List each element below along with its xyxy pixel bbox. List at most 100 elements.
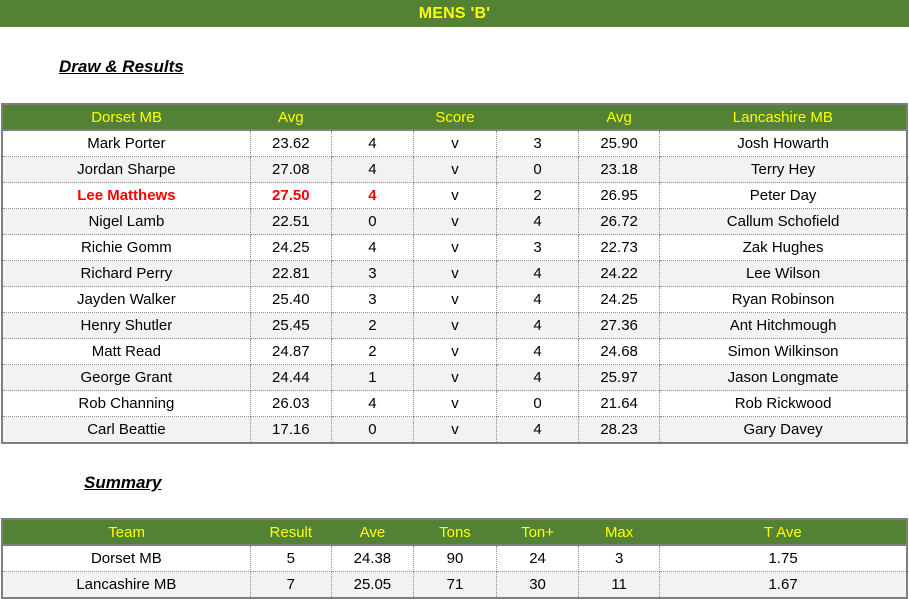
summary-max-cell: 3 (578, 545, 661, 572)
home-score-cell: 3 (331, 260, 414, 287)
away-avg-cell: 21.64 (578, 390, 661, 417)
home-avg-cell: 24.25 (250, 234, 332, 261)
header-away-team: Lancashire MB (659, 103, 907, 131)
home-player-cell: Carl Beattie (2, 416, 251, 443)
away-avg-cell: 23.18 (578, 156, 661, 183)
home-avg-cell: 27.50 (250, 182, 332, 209)
draw-row: Nigel Lamb 22.51 0 v 4 26.72 Callum Schofield (2, 208, 907, 235)
home-score-cell: 3 (331, 286, 414, 313)
away-score-cell: 3 (496, 234, 580, 261)
home-score-cell: 4 (331, 156, 414, 183)
away-score-cell: 0 (496, 156, 580, 183)
draw-row: Lee Matthews 27.50 4 v 2 26.95 Peter Day (2, 182, 907, 209)
home-player-cell: Lee Matthews (2, 182, 251, 209)
away-player-cell: Lee Wilson (659, 260, 907, 287)
summary-ave-cell: 25.05 (331, 571, 414, 598)
draw-header-row: Dorset MB Avg Score Avg Lancashire MB (2, 103, 907, 131)
versus-cell: v (413, 364, 498, 391)
home-avg-cell: 24.44 (250, 364, 332, 391)
versus-cell: v (413, 156, 498, 183)
away-player-cell: Ant Hitchmough (659, 312, 907, 339)
summary-header-team: Team (2, 518, 251, 546)
summary-header-row: Team Result Ave Tons Ton+ Max T Ave (2, 518, 907, 546)
away-avg-cell: 24.22 (578, 260, 661, 287)
home-player-cell: Henry Shutler (2, 312, 251, 339)
versus-cell: v (413, 208, 498, 235)
summary-header-t-ave: T Ave (659, 518, 907, 546)
away-avg-cell: 24.25 (578, 286, 661, 313)
summary-tons-cell: 90 (413, 545, 498, 572)
summary-header-tons: Tons (413, 518, 497, 546)
draw-row: Rob Channing 26.03 4 v 0 21.64 Rob Rickwood (2, 390, 907, 417)
away-avg-cell: 25.90 (578, 130, 661, 157)
versus-cell: v (413, 312, 498, 339)
away-score-cell: 4 (496, 286, 580, 313)
away-score-cell: 4 (496, 416, 580, 443)
header-home-avg: Avg (250, 103, 332, 131)
summary-team-cell: Dorset MB (2, 545, 251, 572)
draw-row: Matt Read 24.87 2 v 4 24.68 Simon Wilkinson (2, 338, 907, 365)
draw-row: Jayden Walker 25.40 3 v 4 24.25 Ryan Robinson (2, 286, 907, 313)
home-score-cell: 1 (331, 364, 414, 391)
away-score-cell: 2 (496, 182, 580, 209)
draw-results-heading: Draw & Results (59, 57, 184, 76)
draw-results-table: Dorset MB Avg Score Avg Lancashire MB Ma… (1, 103, 908, 444)
summary-ave-cell: 24.38 (331, 545, 414, 572)
away-player-cell: Rob Rickwood (659, 390, 907, 417)
home-avg-cell: 24.87 (250, 338, 332, 365)
draw-row: Henry Shutler 25.45 2 v 4 27.36 Ant Hitchmough (2, 312, 907, 339)
away-score-cell: 4 (496, 364, 580, 391)
away-player-cell: Zak Hughes (659, 234, 907, 261)
versus-cell: v (413, 182, 498, 209)
versus-cell: v (413, 338, 498, 365)
home-avg-cell: 22.81 (250, 260, 332, 287)
away-player-cell: Ryan Robinson (659, 286, 907, 313)
home-avg-cell: 23.62 (250, 130, 332, 157)
home-avg-cell: 25.40 (250, 286, 332, 313)
page-title: MENS 'B' (0, 0, 909, 27)
away-avg-cell: 22.73 (578, 234, 661, 261)
away-player-cell: Jason Longmate (659, 364, 907, 391)
versus-cell: v (413, 260, 498, 287)
home-score-cell: 4 (331, 130, 414, 157)
draw-row: Jordan Sharpe 27.08 4 v 0 23.18 Terry Hey (2, 156, 907, 183)
header-home-team: Dorset MB (2, 103, 251, 131)
summary-row: Lancashire MB 7 25.05 71 30 11 1.67 (2, 571, 907, 598)
draw-row: Richard Perry 22.81 3 v 4 24.22 Lee Wilson (2, 260, 907, 287)
versus-cell: v (413, 234, 498, 261)
home-score-cell: 4 (331, 390, 414, 417)
away-avg-cell: 26.72 (578, 208, 661, 235)
summary-ton-plus-cell: 24 (496, 545, 580, 572)
home-avg-cell: 25.45 (250, 312, 332, 339)
home-score-cell: 4 (331, 182, 414, 209)
summary-result-cell: 7 (250, 571, 332, 598)
header-score: Score (331, 103, 579, 131)
away-player-cell: Callum Schofield (659, 208, 907, 235)
home-player-cell: Mark Porter (2, 130, 251, 157)
away-avg-cell: 26.95 (578, 182, 661, 209)
summary-header-result: Result (250, 518, 332, 546)
home-player-cell: Rob Channing (2, 390, 251, 417)
home-avg-cell: 27.08 (250, 156, 332, 183)
summary-header-ave: Ave (331, 518, 414, 546)
home-player-cell: Richie Gomm (2, 234, 251, 261)
summary-ton-plus-cell: 30 (496, 571, 580, 598)
summary-header-ton: Ton+ (496, 518, 579, 546)
home-player-cell: George Grant (2, 364, 251, 391)
away-player-cell: Josh Howarth (659, 130, 907, 157)
summary-t-ave-cell: 1.67 (659, 571, 907, 598)
home-player-cell: Matt Read (2, 338, 251, 365)
draw-row: George Grant 24.44 1 v 4 25.97 Jason Longmate (2, 364, 907, 391)
summary-header-max: Max (578, 518, 660, 546)
draw-row: Richie Gomm 24.25 4 v 3 22.73 Zak Hughes (2, 234, 907, 261)
home-player-cell: Richard Perry (2, 260, 251, 287)
versus-cell: v (413, 286, 498, 313)
home-score-cell: 4 (331, 234, 414, 261)
away-score-cell: 4 (496, 312, 580, 339)
away-score-cell: 3 (496, 130, 580, 157)
home-player-cell: Jayden Walker (2, 286, 251, 313)
home-avg-cell: 26.03 (250, 390, 332, 417)
away-score-cell: 0 (496, 390, 580, 417)
versus-cell: v (413, 390, 498, 417)
away-score-cell: 4 (496, 260, 580, 287)
